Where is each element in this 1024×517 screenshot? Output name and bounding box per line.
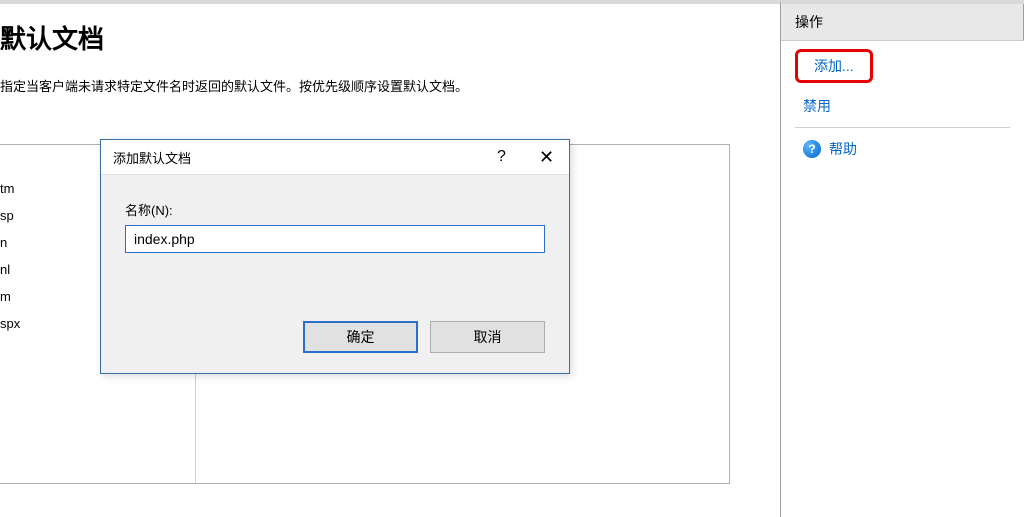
- actions-list: 添加... 禁用 ? 帮助: [781, 41, 1024, 174]
- action-help-label: 帮助: [829, 139, 857, 159]
- cancel-button[interactable]: 取消: [430, 321, 545, 353]
- dialog-title: 添加默认文档: [113, 148, 191, 167]
- dialog-help-button[interactable]: ?: [479, 140, 524, 175]
- help-icon: ?: [803, 140, 821, 158]
- action-divider: [795, 127, 1010, 128]
- actions-panel-header: 操作: [781, 4, 1024, 41]
- dialog-button-row: 确定 取消: [303, 321, 545, 353]
- dialog-body: 名称(N):: [101, 175, 569, 278]
- action-add-highlight: 添加...: [795, 49, 873, 83]
- page-title: 默认文档: [0, 19, 780, 56]
- dialog-close-button[interactable]: ✕: [524, 140, 569, 175]
- action-help[interactable]: ? 帮助: [795, 132, 1010, 166]
- name-input[interactable]: [125, 225, 545, 253]
- page-description: 指定当客户端未请求特定文件名时返回的默认文件。按优先级顺序设置默认文档。: [0, 76, 780, 95]
- dialog-titlebar[interactable]: 添加默认文档 ? ✕: [101, 140, 569, 175]
- action-add[interactable]: 添加...: [814, 56, 854, 76]
- add-default-document-dialog: 添加默认文档 ? ✕ 名称(N): 确定 取消: [100, 139, 570, 374]
- ok-button[interactable]: 确定: [303, 321, 418, 353]
- action-disable[interactable]: 禁用: [795, 89, 1010, 123]
- main-content-area: 默认文档 指定当客户端未请求特定文件名时返回的默认文件。按优先级顺序设置默认文档…: [0, 0, 780, 517]
- dialog-window-controls: ? ✕: [479, 140, 569, 175]
- name-field-label: 名称(N):: [125, 200, 545, 219]
- actions-panel: 操作 添加... 禁用 ? 帮助: [780, 0, 1024, 517]
